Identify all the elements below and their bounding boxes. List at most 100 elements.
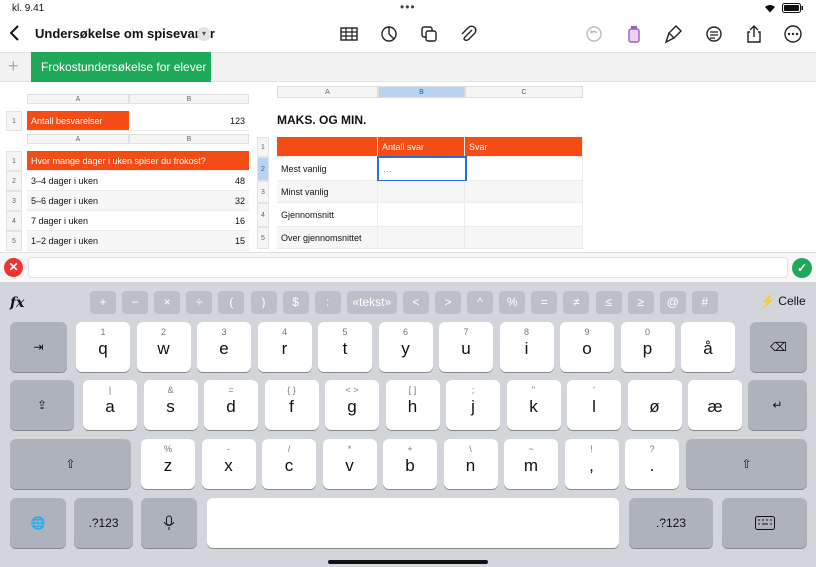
table-cell[interactable] — [467, 157, 583, 181]
accept-formula-button[interactable]: ✓ — [792, 258, 812, 278]
letter-key[interactable]: 3e — [197, 322, 251, 372]
operator-key[interactable]: ≥ — [627, 291, 654, 314]
table-cell[interactable]: Minst vanlig — [277, 181, 378, 203]
operator-key[interactable]: − — [122, 291, 149, 314]
shift-right-key[interactable]: ⇧ — [686, 439, 807, 489]
letter-key[interactable]: -x — [201, 439, 256, 489]
letter-key[interactable]: & s — [143, 380, 198, 430]
letter-key[interactable]: 0p — [620, 322, 675, 372]
row-header[interactable]: 3 — [257, 181, 269, 203]
row-header[interactable]: 1 — [6, 111, 22, 131]
table-cell[interactable]: Over gjennomsnittet — [277, 227, 378, 249]
cell-reference-button[interactable]: ⚡ Celle — [760, 294, 806, 308]
letter-key[interactable]: 8i — [499, 322, 554, 372]
table-title[interactable]: MAKS. OG MIN. — [277, 113, 366, 127]
letter-key[interactable]: 2w — [136, 322, 191, 372]
return-key[interactable]: ↵ — [748, 380, 807, 430]
letter-key[interactable]: 9o — [560, 322, 614, 372]
table-cell[interactable]: 3–4 dager i uken — [27, 171, 129, 191]
column-header-a[interactable]: A — [27, 134, 129, 144]
row-header[interactable]: 2 — [6, 171, 22, 191]
column-header-a[interactable]: A — [27, 94, 129, 104]
column-header-a[interactable]: A — [277, 86, 378, 98]
delete-key[interactable]: ⌫ — [750, 322, 807, 372]
table-cell[interactable] — [378, 227, 465, 249]
letter-key[interactable]: < > g — [325, 380, 379, 430]
letter-key[interactable]: + b — [383, 439, 437, 489]
table-cell[interactable]: 15 — [129, 231, 249, 251]
formula-input[interactable] — [28, 257, 788, 278]
document-title[interactable]: Undersøkelse om spisevaner — [35, 26, 215, 41]
space-key[interactable] — [207, 498, 619, 548]
letter-key[interactable]: !, — [564, 439, 619, 489]
letter-key[interactable]: { } f — [264, 380, 319, 430]
table-cell[interactable]: Gjennomsnitt — [277, 203, 378, 227]
shift-left-key[interactable]: ⇧ — [10, 439, 131, 489]
table-cell[interactable]: 7 dager i uken — [27, 211, 129, 231]
row-header[interactable]: 5 — [257, 227, 269, 249]
table-header-cell[interactable]: Hvor mange dager i uken spiser du frokos… — [27, 151, 249, 171]
comment-list-icon[interactable] — [704, 24, 724, 44]
table-icon[interactable] — [339, 24, 359, 44]
column-header-b[interactable]: B — [129, 94, 249, 104]
column-header-b-selected[interactable]: B — [378, 86, 465, 98]
operator-key[interactable]: × — [154, 291, 181, 314]
column-header-c[interactable]: C — [465, 86, 583, 98]
operator-key[interactable]: @ — [659, 291, 686, 314]
operator-key[interactable]: + — [90, 291, 116, 314]
operator-key[interactable]: ÷ — [186, 291, 213, 314]
operator-key[interactable]: ( — [218, 291, 245, 314]
hide-keyboard-key[interactable] — [722, 498, 807, 548]
row-header[interactable]: 1 — [6, 151, 22, 171]
table-cell[interactable]: 16 — [129, 211, 249, 231]
function-icon[interactable]: fx — [10, 295, 24, 311]
column-header-b[interactable]: B — [129, 134, 249, 144]
operator-key[interactable]: ) — [250, 291, 277, 314]
row-header[interactable]: 5 — [6, 231, 22, 251]
letter-key[interactable]: 4r — [257, 322, 312, 372]
numbers-key-left[interactable]: .?123 — [74, 498, 133, 548]
table-cell[interactable]: 5–6 dager i uken — [27, 191, 129, 211]
letter-key[interactable]: " k — [506, 380, 561, 430]
operator-key[interactable]: $ — [282, 291, 309, 314]
operator-key[interactable]: = — [531, 291, 558, 314]
table-cell[interactable]: 123 — [129, 111, 249, 131]
back-icon[interactable] — [8, 24, 22, 42]
more-icon[interactable] — [783, 24, 803, 44]
table-header-cell[interactable] — [277, 137, 378, 157]
share-icon[interactable] — [744, 24, 764, 44]
operator-key[interactable]: # — [691, 291, 718, 314]
letter-key[interactable]: = d — [204, 380, 258, 430]
operator-key[interactable]: : — [314, 291, 341, 314]
table-cell[interactable]: Antall besvarelser — [27, 111, 129, 131]
table-cell[interactable]: 32 — [129, 191, 249, 211]
letter-key[interactable]: % z — [141, 439, 195, 489]
letter-key[interactable]: æ — [688, 380, 742, 430]
globe-key[interactable]: 🌐 — [10, 498, 66, 548]
table-cell[interactable] — [378, 181, 465, 203]
letter-key[interactable]: 1q — [76, 322, 130, 372]
table-cell[interactable] — [465, 227, 583, 249]
multitasking-dots-icon[interactable]: ••• — [400, 0, 416, 14]
letter-key[interactable]: ?. — [625, 439, 679, 489]
letter-key[interactable]: 7u — [439, 322, 493, 372]
table-cell[interactable]: Mest vanlig — [277, 157, 378, 181]
numbers-key-right[interactable]: .?123 — [629, 498, 713, 548]
row-header[interactable]: 1 — [257, 137, 269, 157]
row-header[interactable]: 3 — [6, 191, 22, 211]
table-header-cell[interactable]: Svar — [465, 137, 583, 157]
letter-key[interactable]: 6y — [378, 322, 433, 372]
microphone-key[interactable] — [141, 498, 197, 548]
letter-key[interactable]: * v — [322, 439, 377, 489]
sheet-tab-active[interactable]: Frokostundersøkelse for elever — [31, 52, 211, 82]
chevron-down-icon[interactable]: ▾ — [197, 27, 211, 41]
table-cell[interactable]: 48 — [129, 171, 249, 191]
letter-key[interactable]: | a — [83, 380, 137, 430]
paperclip-icon[interactable] — [458, 24, 478, 44]
caps-lock-key[interactable]: ⇪ — [10, 380, 74, 430]
letter-key[interactable]: ; j — [446, 380, 500, 430]
letter-key[interactable]: ø — [627, 380, 682, 430]
operator-key[interactable]: ^ — [467, 291, 494, 314]
table-cell[interactable] — [465, 181, 583, 203]
row-header[interactable]: 4 — [6, 211, 22, 231]
